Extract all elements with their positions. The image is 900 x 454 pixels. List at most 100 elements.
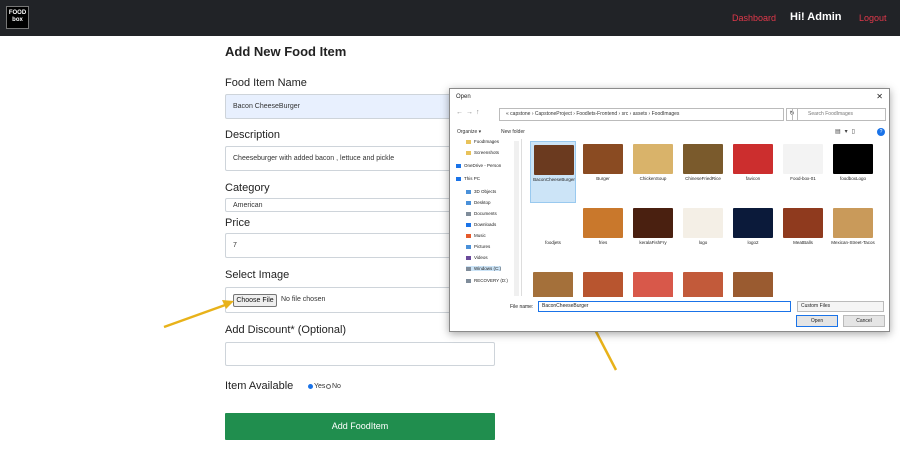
file-thumbnail <box>733 272 773 297</box>
nav-item[interactable]: Desktop <box>466 200 491 205</box>
price-label: Price <box>225 217 251 229</box>
logout-link[interactable]: Logout <box>859 13 887 23</box>
file-thumbnail <box>534 145 574 175</box>
file-thumbnail <box>683 272 723 297</box>
no-radio-label: No <box>332 383 341 390</box>
nav-item[interactable]: 3D Objects <box>466 189 496 194</box>
file-item[interactable]: favicon <box>730 141 776 203</box>
file-item[interactable]: foodboxLogo <box>830 141 876 203</box>
file-name: MeatBalls <box>793 240 813 245</box>
folder-icon <box>466 189 471 194</box>
open-button[interactable]: Open <box>796 315 838 327</box>
folder-icon <box>466 266 471 271</box>
file-item[interactable]: Mexican-Street-Tacos <box>830 205 876 267</box>
file-thumbnail <box>733 144 773 174</box>
food-name-label: Food Item Name <box>225 77 307 89</box>
select-image-label: Select Image <box>225 269 290 281</box>
file-thumbnail <box>583 208 623 238</box>
folder-icon <box>466 150 471 155</box>
nav-item-label: OneDrive - Person <box>464 163 502 168</box>
yes-radio[interactable] <box>308 384 313 389</box>
description-label: Description <box>225 129 281 141</box>
file-name-label: File name: <box>510 304 534 310</box>
file-name: Food-box-01 <box>790 176 816 181</box>
dashboard-link[interactable]: Dashboard <box>732 13 776 23</box>
file-item[interactable] <box>530 269 576 297</box>
file-item[interactable] <box>580 269 626 297</box>
folder-icon <box>466 211 471 216</box>
file-item[interactable] <box>730 269 776 297</box>
nav-item[interactable]: This PC <box>456 176 480 181</box>
new-folder-button[interactable]: New folder <box>501 129 525 135</box>
admin-greeting: Hi! Admin <box>790 11 842 23</box>
search-input[interactable]: Search FoodImages <box>792 108 886 121</box>
help-icon[interactable]: ? <box>877 128 885 136</box>
navbar: FOOD box Dashboard Hi! Admin Logout <box>0 0 900 36</box>
address-bar[interactable]: « capstone › CapstoneProject › Foodlets-… <box>499 108 784 121</box>
nav-item[interactable]: Music <box>466 233 486 238</box>
file-item[interactable]: logo <box>680 205 726 267</box>
file-thumbnail <box>533 272 573 297</box>
file-thumbnail <box>783 144 823 174</box>
file-type-select[interactable]: Custom Files <box>797 301 884 312</box>
add-fooditem-button[interactable]: Add FoodItem <box>225 413 495 440</box>
file-name: foodjets <box>545 240 561 245</box>
file-item[interactable]: foodjets <box>530 205 576 267</box>
file-name-input[interactable]: BaconCheeseBurger <box>538 301 791 312</box>
file-item[interactable]: MeatBalls <box>780 205 826 267</box>
cancel-button[interactable]: Cancel <box>843 315 885 327</box>
nav-arrows-icon[interactable]: ←→↑ <box>456 109 483 116</box>
folder-icon <box>466 222 471 227</box>
file-thumbnail <box>633 272 673 297</box>
file-item[interactable]: logo2 <box>730 205 776 267</box>
nav-item[interactable]: Downloads <box>466 222 496 227</box>
foodbox-logo[interactable]: FOOD box <box>6 6 29 29</box>
nav-item-label: Pictures <box>474 244 491 249</box>
nav-item[interactable]: RECOVERY (D:) <box>466 278 508 283</box>
nav-item[interactable]: Documents <box>466 211 497 216</box>
file-name: ChickenSoup <box>639 176 667 181</box>
organize-button[interactable]: Organize ▾ <box>457 129 481 135</box>
file-name: foodboxLogo <box>839 176 867 181</box>
nav-item[interactable]: Screenshots <box>466 150 499 155</box>
no-radio[interactable] <box>326 384 331 389</box>
file-name: logo2 <box>747 240 759 245</box>
close-icon[interactable]: ✕ <box>876 92 883 101</box>
file-thumbnail <box>583 272 623 297</box>
file-thumbnail <box>683 144 723 174</box>
file-item[interactable] <box>680 269 726 297</box>
open-file-dialog: Open ✕ ←→↑ « capstone › CapstoneProject … <box>449 88 890 332</box>
folder-icon <box>466 233 471 238</box>
discount-input[interactable] <box>225 342 495 366</box>
folder-icon <box>466 278 471 283</box>
file-name: BaconCheeseBurger <box>533 177 575 182</box>
file-thumbnail <box>533 208 573 238</box>
file-item[interactable]: BaconCheeseBurger <box>530 141 576 203</box>
nav-item[interactable]: OneDrive - Person <box>456 163 501 168</box>
file-item[interactable]: fries <box>580 205 626 267</box>
nav-item-label: RECOVERY (D:) <box>474 278 508 283</box>
nav-item-label: Screenshots <box>474 150 500 155</box>
no-file-text: No file chosen <box>281 296 326 303</box>
file-item[interactable]: keralaFishFry <box>630 205 676 267</box>
nav-item[interactable]: Videos <box>466 255 488 260</box>
file-item[interactable]: Food-box-01 <box>780 141 826 203</box>
file-thumbnail <box>783 208 823 238</box>
category-label: Category <box>225 182 270 194</box>
file-name: favicon <box>745 176 761 181</box>
file-item[interactable] <box>630 269 676 297</box>
file-thumbnail <box>833 208 873 238</box>
folder-icon <box>456 176 461 181</box>
file-item[interactable]: ChineseFriedRice <box>680 141 726 203</box>
nav-item[interactable]: Windows (C:) <box>466 266 502 271</box>
nav-item-label: Desktop <box>474 200 491 205</box>
nav-scrollbar[interactable] <box>514 141 519 296</box>
nav-item[interactable]: FoodImages <box>466 139 499 144</box>
file-item[interactable]: ChickenSoup <box>630 141 676 203</box>
file-grid: BaconCheeseBurger Burger ChickenSoup Chines… <box>530 141 885 297</box>
file-thumbnail <box>733 208 773 238</box>
nav-item[interactable]: Pictures <box>466 244 490 249</box>
file-item[interactable]: Burger <box>580 141 626 203</box>
view-options-icon[interactable]: ▤▾▯ <box>835 128 859 135</box>
file-thumbnail <box>633 144 673 174</box>
